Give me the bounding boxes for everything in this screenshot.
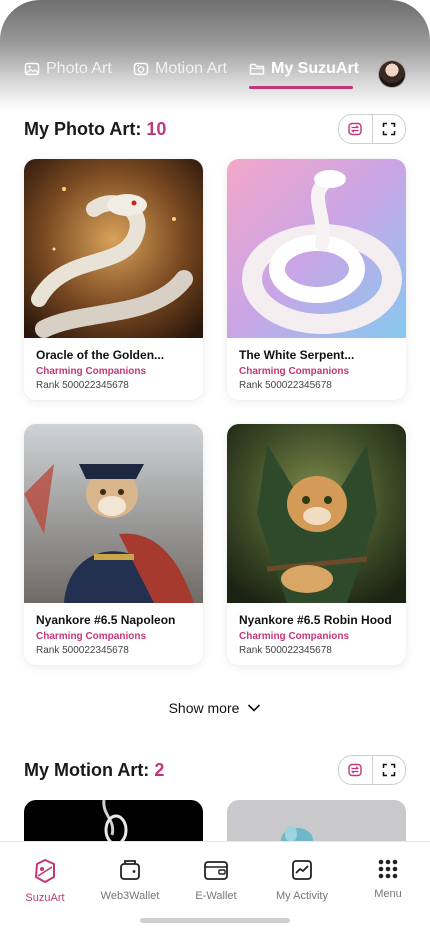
nav-web3wallet[interactable]: Web3Wallet	[87, 858, 173, 902]
artwork-image-white-serpent	[227, 159, 406, 338]
list-view-button[interactable]	[339, 756, 372, 784]
folder-icon	[249, 63, 265, 75]
list-swap-icon	[348, 122, 362, 136]
card-title: The White Serpent...	[239, 348, 355, 362]
tab-bar: Photo Art Motion Art My SuzuArt	[24, 60, 406, 92]
photo-art-count: 10	[146, 119, 167, 139]
card-rank: Rank 500022345678	[36, 380, 129, 391]
section-label: My Photo Art:	[24, 119, 142, 139]
motion-art-count: 2	[154, 760, 165, 780]
card-collection: Charming Companions	[239, 366, 350, 377]
grid-icon	[378, 859, 398, 879]
header: Photo Art Motion Art My SuzuArt	[0, 0, 430, 110]
card-title: Nyankore #6.5 Napoleon	[36, 613, 176, 627]
list-swap-icon	[348, 763, 362, 777]
tab-my-suzuart[interactable]: My SuzuArt	[249, 60, 359, 78]
card-rank: Rank 500022345678	[36, 645, 129, 656]
nav-e-wallet[interactable]: E-Wallet	[173, 858, 259, 902]
art-card[interactable]: Oracle of the Golden... Charming Compani…	[24, 159, 203, 400]
card-rank: Rank 500022345678	[239, 380, 332, 391]
nav-menu[interactable]: Menu	[345, 858, 430, 900]
nav-label: Menu	[374, 888, 402, 900]
motion-view-toggle	[338, 755, 406, 785]
artwork-image-robin-hood-cat	[227, 424, 406, 603]
list-view-button[interactable]	[339, 115, 372, 143]
app-screen: Photo Art Motion Art My SuzuArt My Photo…	[0, 0, 430, 932]
ewallet-icon	[204, 861, 228, 880]
tab-photo-art[interactable]: Photo Art	[24, 60, 112, 78]
photo-art-title: My Photo Art: 10	[24, 119, 166, 140]
card-collection: Charming Companions	[36, 631, 147, 642]
card-collection: Charming Companions	[239, 631, 350, 642]
motion-art-title: My Motion Art: 2	[24, 760, 164, 781]
tab-label: My SuzuArt	[271, 60, 359, 77]
expand-icon	[382, 763, 395, 777]
art-card[interactable]: The White Serpent... Charming Companions…	[227, 159, 406, 400]
bottom-navigation: SuzuArt Web3Wallet E-Wallet My Activity …	[0, 841, 430, 932]
art-card[interactable]: Nyankore #6.5 Robin Hood Charming Compan…	[227, 424, 406, 665]
art-card[interactable]: Nyankore #6.5 Napoleon Charming Companio…	[24, 424, 203, 665]
fullscreen-button[interactable]	[371, 115, 406, 143]
tab-motion-art[interactable]: Motion Art	[133, 60, 227, 78]
section-label: My Motion Art:	[24, 760, 150, 780]
card-title: Oracle of the Golden...	[36, 348, 165, 362]
fullscreen-button[interactable]	[371, 756, 406, 784]
suzuart-icon	[35, 859, 55, 883]
nav-label: Web3Wallet	[100, 890, 160, 902]
tab-label: Photo Art	[46, 60, 112, 77]
nav-label: E-Wallet	[195, 890, 237, 902]
show-more-label: Show more	[168, 700, 240, 716]
card-collection: Charming Companions	[36, 366, 147, 377]
nav-suzuart[interactable]: SuzuArt	[2, 858, 88, 904]
artwork-image-golden-serpent	[24, 159, 203, 338]
avatar[interactable]	[378, 60, 406, 88]
nav-my-activity[interactable]: My Activity	[259, 858, 345, 902]
tab-label: Motion Art	[155, 60, 228, 77]
image-icon	[24, 62, 40, 76]
card-title: Nyankore #6.5 Robin Hood	[239, 613, 392, 627]
expand-icon	[382, 122, 395, 136]
camera-icon	[133, 62, 149, 76]
card-rank: Rank 500022345678	[239, 645, 332, 656]
chevron-down-icon	[248, 704, 261, 712]
photo-view-toggle	[338, 114, 406, 144]
active-tab-indicator	[249, 86, 353, 89]
home-indicator	[140, 918, 290, 923]
nav-label: My Activity	[276, 890, 328, 902]
show-more-button[interactable]: Show more	[0, 700, 430, 716]
artwork-image-napoleon-cat	[24, 424, 203, 603]
nav-label: SuzuArt	[25, 892, 65, 904]
wallet-icon	[120, 860, 140, 880]
activity-icon	[292, 860, 312, 880]
